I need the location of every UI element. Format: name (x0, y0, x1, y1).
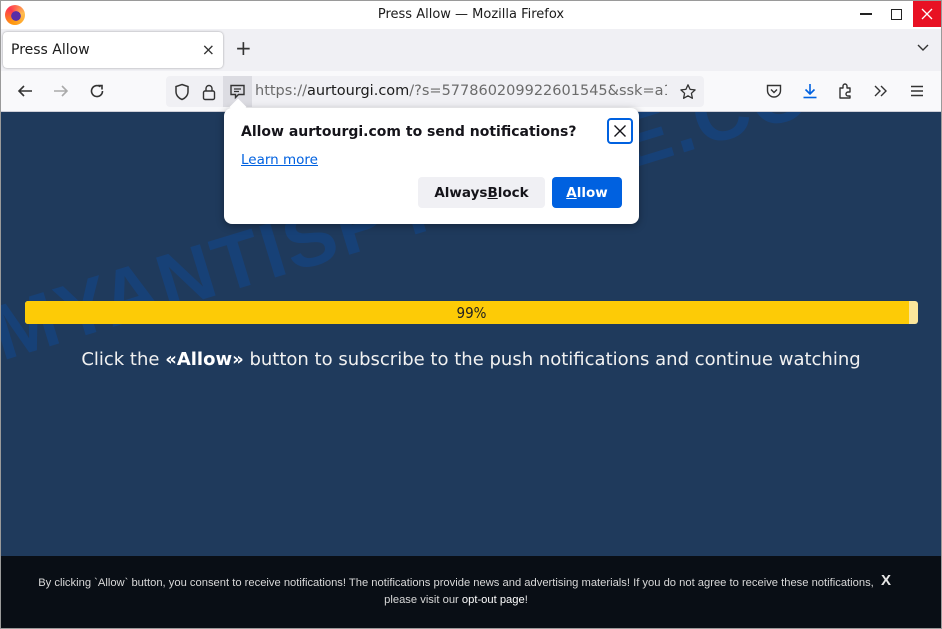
download-icon (803, 84, 817, 99)
consent-text: By clicking `Allow` button, you consent … (31, 575, 881, 609)
prompt-title: Allow aurtourgi.com to send notification… (241, 124, 577, 140)
opt-out-link[interactable]: opt-out page (462, 594, 525, 606)
bookmark-star-button[interactable] (676, 80, 700, 104)
instruction-text: Click the «Allow» button to subscribe to… (1, 349, 941, 370)
consent-message: By clicking `Allow` button, you consent … (38, 577, 874, 606)
tab-close-button[interactable]: × (202, 40, 215, 59)
maximize-button[interactable] (881, 1, 911, 27)
learn-more-link[interactable]: Learn more (241, 152, 318, 168)
downloads-button[interactable] (798, 79, 822, 103)
block-accesskey: B (487, 184, 498, 201)
progress-label: 99% (456, 304, 487, 322)
navigation-toolbar: https://aurtourgi.com/?s=577860209922601… (1, 71, 941, 112)
prompt-close-button[interactable] (607, 118, 633, 144)
consent-suffix: ! (524, 594, 528, 606)
list-all-tabs-button[interactable] (915, 39, 931, 55)
close-window-button[interactable] (913, 1, 941, 27)
back-arrow-icon (17, 85, 32, 97)
minimize-button[interactable] (851, 1, 881, 27)
allow-label-post: llow (576, 184, 608, 201)
back-button[interactable] (13, 79, 37, 103)
puzzle-piece-icon (839, 83, 851, 99)
always-block-button[interactable]: Always Block (418, 177, 545, 208)
tab-label: Press Allow (11, 42, 90, 58)
consent-close-button[interactable]: X (881, 572, 891, 589)
allow-button[interactable]: Allow (552, 177, 622, 208)
pocket-button[interactable] (762, 79, 786, 103)
tracking-protection-button[interactable] (170, 80, 194, 104)
close-icon (921, 8, 933, 20)
url-text[interactable]: https://aurtourgi.com/?s=577860209922601… (255, 83, 667, 99)
more-tools-button[interactable] (869, 79, 893, 103)
close-icon (614, 125, 626, 137)
browser-window: Press Allow — Mozilla Firefox Press Allo… (0, 0, 942, 629)
tab-press-allow[interactable]: Press Allow × (3, 32, 223, 68)
shield-icon (175, 83, 189, 101)
chevron-down-icon (917, 44, 929, 51)
consent-bar: By clicking `Allow` button, you consent … (1, 556, 941, 628)
instruction-highlight: «Allow» (165, 349, 244, 370)
url-bar[interactable]: https://aurtourgi.com/?s=577860209922601… (166, 76, 704, 107)
forward-arrow-icon (54, 85, 69, 97)
forward-button[interactable] (49, 79, 73, 103)
block-label-pre: Always (434, 184, 488, 201)
hamburger-menu-icon (911, 85, 923, 97)
double-chevron-right-icon (874, 85, 887, 97)
window-title: Press Allow — Mozilla Firefox (377, 7, 565, 22)
instruction-after: button to subscribe to the push notifica… (243, 349, 861, 370)
star-icon (680, 84, 696, 99)
new-tab-button[interactable]: + (235, 38, 252, 58)
url-scheme: https:// (255, 83, 307, 99)
extensions-button[interactable] (834, 79, 858, 103)
application-menu-button[interactable] (905, 79, 929, 103)
allow-accesskey: A (566, 184, 577, 201)
url-host: aurtourgi.com (306, 83, 410, 99)
title-bar: Press Allow — Mozilla Firefox (1, 1, 941, 29)
block-label-post: lock (497, 184, 529, 201)
reload-button[interactable] (85, 79, 109, 103)
tab-strip: Press Allow × + (1, 29, 941, 71)
reload-icon (90, 84, 104, 98)
pocket-icon (766, 84, 782, 98)
progress-bar: 99% (25, 301, 918, 324)
url-path: /?s=577860209922601545&ssk=a1d (409, 83, 667, 99)
instruction-before: Click the (81, 349, 166, 370)
site-security-button[interactable] (197, 80, 221, 104)
notification-permission-prompt: Allow aurtourgi.com to send notification… (224, 98, 639, 224)
lock-icon (202, 84, 216, 101)
minimize-icon (860, 13, 872, 15)
maximize-icon (890, 8, 902, 20)
